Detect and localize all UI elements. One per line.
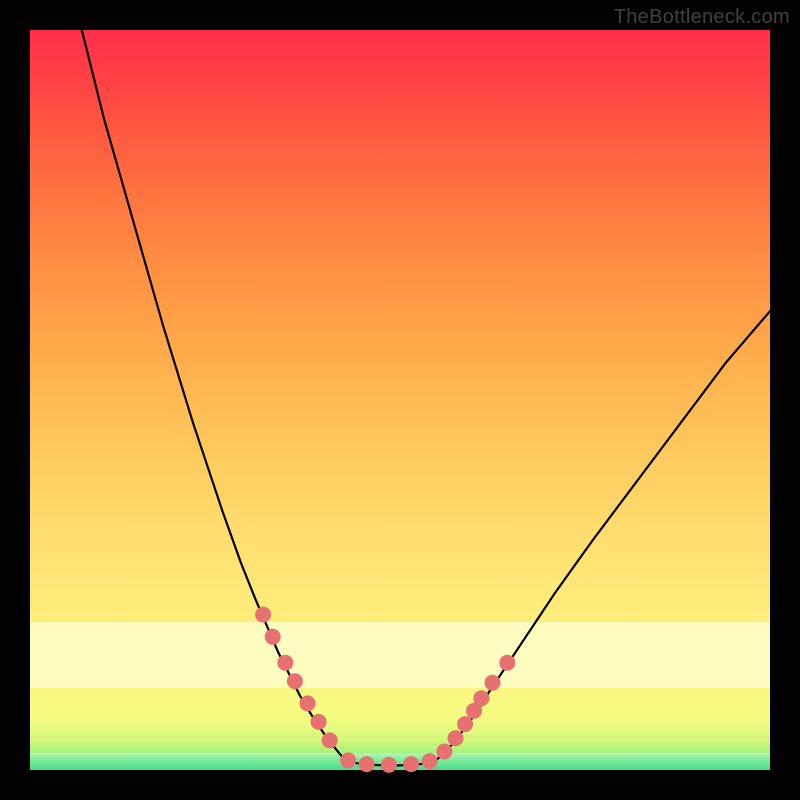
data-marker [341,753,356,768]
data-marker [500,655,515,670]
data-marker [311,714,326,729]
attribution-text: TheBottleneck.com [614,6,790,29]
chart-frame: TheBottleneck.com [0,0,800,800]
pale-band-rect [30,622,770,688]
data-marker [278,655,293,670]
data-marker [300,696,315,711]
data-marker [422,754,437,769]
data-marker [485,675,500,690]
data-marker [287,674,302,689]
data-marker [265,629,280,644]
green-base-rect [30,753,770,770]
data-marker [458,717,473,732]
data-marker [381,757,396,772]
data-marker [474,691,489,706]
data-marker [359,757,374,772]
data-marker [404,757,419,772]
data-marker [322,733,337,748]
data-marker [448,731,463,746]
data-marker [437,744,452,759]
bottleneck-curve [30,30,770,770]
data-marker [256,607,271,622]
